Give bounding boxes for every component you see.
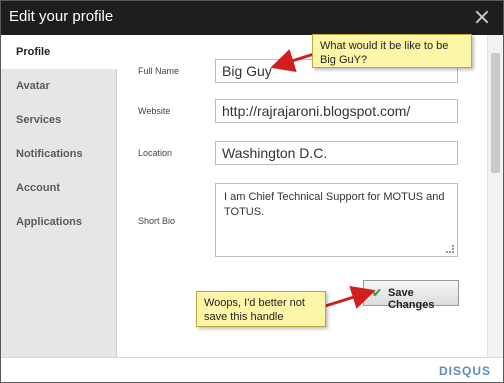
short-bio-text: I am Chief Technical Support for MOTUS a… — [224, 191, 445, 218]
sidebar-item-services[interactable]: Services — [1, 103, 116, 137]
short-bio-label: Short Bio — [138, 216, 176, 226]
sidebar-item-account[interactable]: Account — [1, 171, 116, 205]
sidebar-item-avatar[interactable]: Avatar — [1, 69, 116, 103]
callout-full-name: What would it be like to be Big GuY? — [312, 34, 472, 68]
short-bio-textarea[interactable]: I am Chief Technical Support for MOTUS a… — [215, 183, 458, 257]
location-label: Location — [138, 148, 173, 158]
brand-logo: DISQUS — [438, 364, 491, 378]
sidebar-item-profile[interactable]: Profile — [1, 35, 117, 69]
sidebar-item-notifications[interactable]: Notifications — [1, 137, 116, 171]
callout-save-text: Woops, I'd better not save this handle — [204, 297, 305, 323]
footer: DISQUS — [1, 357, 503, 382]
resize-handle-icon[interactable] — [446, 245, 454, 253]
callout-save: Woops, I'd better not save this handle — [196, 291, 326, 327]
close-icon[interactable] — [475, 10, 489, 24]
scrollbar-thumb[interactable] — [491, 53, 500, 173]
scrollbar[interactable] — [487, 35, 503, 357]
callout-full-name-text: What would it be like to be Big GuY? — [320, 40, 449, 66]
dialog-title: Edit your profile — [9, 8, 114, 25]
full-name-label: Full Name — [138, 66, 180, 76]
save-changes-button[interactable]: ✔ Save Changes — [363, 280, 459, 311]
title-bar: Edit your profile — [1, 1, 503, 35]
website-label: Website — [138, 106, 171, 116]
save-changes-label: Save Changes — [388, 287, 435, 311]
website-input[interactable]: http://rajrajaroni.blogspot.com/ — [215, 99, 458, 123]
checkmark-icon: ✔ — [372, 286, 383, 300]
sidebar: Profile Avatar Services Notifications Ac… — [1, 35, 117, 357]
location-input[interactable]: Washington D.C. — [215, 141, 458, 165]
sidebar-item-applications[interactable]: Applications — [1, 205, 116, 239]
